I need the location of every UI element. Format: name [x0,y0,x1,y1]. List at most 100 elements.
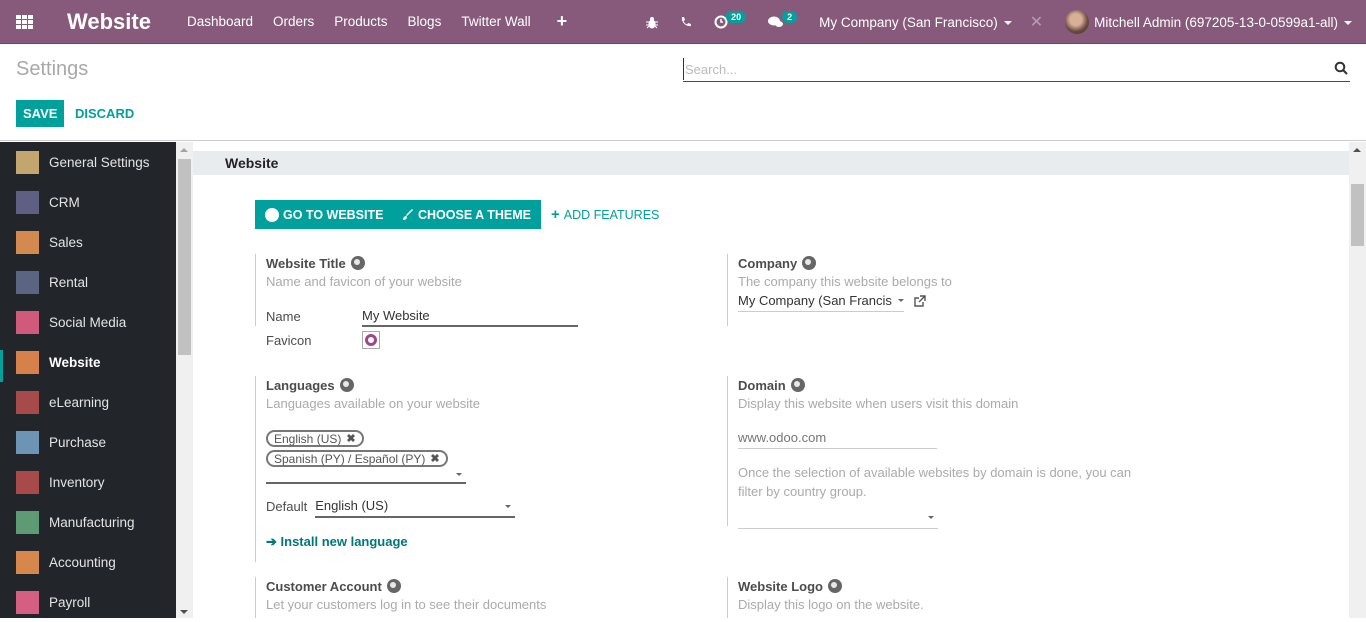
new-content-plus-icon[interactable]: + [557,11,568,32]
user-avatar[interactable] [1065,10,1090,34]
setting-title: Website Logo [738,578,823,594]
plus-icon: + [551,206,560,223]
menu-dashboard[interactable]: Dashboard [187,14,253,29]
multi-website-globe-icon [386,579,401,593]
content-scrollbar[interactable] [1349,142,1366,618]
dropdown-caret-icon [456,473,462,476]
setting-title: Domain [738,377,786,393]
country-group-input[interactable] [738,507,938,529]
messages-count-badge: 2 [782,11,798,23]
languages-setting: Languages Languages available on your we… [255,376,655,562]
company-switcher[interactable]: My Company (San Francisco) [819,15,1012,30]
systray: 20 2 My Company (San Francisco) ✕ Mitche… [646,0,1366,44]
thumbs-up-icon [16,310,39,334]
favicon-image[interactable] [362,331,380,349]
external-link-icon[interactable] [914,295,926,307]
tools-close-icon[interactable]: ✕ [1030,12,1043,32]
sidebar-item-purchase[interactable]: Purchase [0,422,176,462]
main-menu: Dashboard Orders Products Blogs Twitter … [187,11,567,32]
company-name: My Company (San Francisco) [819,14,998,30]
setting-title: Website Title [266,255,346,271]
discard-button[interactable]: DISCARD [75,100,134,127]
website-name-input[interactable] [362,305,578,327]
debug-bug-icon[interactable] [646,16,659,29]
user-menu[interactable]: Mitchell Admin (697205-13-0-0599a1-all) [1094,15,1352,30]
messages-icon[interactable]: 2 [768,11,798,29]
payroll-icon [16,590,39,614]
sidebar-item-accounting[interactable]: Accounting [0,542,176,582]
scroll-down-arrow-icon[interactable] [180,610,188,614]
multi-website-globe-icon [339,378,354,392]
save-button[interactable]: SAVE [16,100,65,127]
sidebar-item-crm[interactable]: CRM [0,182,176,222]
sidebar-item-label: Website [49,354,101,370]
menu-twitter-wall[interactable]: Twitter Wall [461,14,530,29]
country-group-select[interactable] [738,507,938,529]
sidebar-item-rental[interactable]: Rental [0,262,176,302]
default-language-select[interactable] [315,495,516,518]
setting-description: Let your customers log in to see their d… [266,597,547,612]
activity-clock-icon[interactable]: 20 [714,11,747,29]
gear-icon [16,150,39,174]
menu-orders[interactable]: Orders [273,14,314,29]
domain-input[interactable] [738,427,937,449]
page-title: Settings [16,58,89,80]
default-language-input[interactable] [315,495,516,518]
multi-website-globe-icon [827,579,842,593]
install-language-link[interactable]: ➔ Install new language [266,534,655,550]
sidebar-item-label: CRM [49,194,80,210]
settings-sidebar: General Settings CRM Sales Rental Social Med… [0,142,176,618]
multi-website-globe-icon [790,378,805,392]
invoice-icon [16,550,39,574]
setting-description: Languages available on your website [266,396,480,411]
add-language-input[interactable] [266,467,466,484]
go-to-website-label: GO TO WEBSITE [283,207,384,222]
setting-description: Display this website when users visit th… [738,396,1019,411]
scroll-up-arrow-icon[interactable] [1353,148,1361,152]
apps-menu-icon[interactable] [16,14,34,29]
sidebar-scrollbar[interactable] [176,142,193,618]
top-navbar: Website Dashboard Orders Products Blogs … [0,0,1366,44]
add-language-select[interactable] [266,467,466,484]
menu-products[interactable]: Products [334,14,387,29]
scroll-up-arrow-icon[interactable] [180,148,188,152]
setting-title: Company [738,255,798,271]
remove-tag-icon[interactable]: ✖ [346,432,355,445]
domain-note: Once the selection of available websites… [738,465,1132,499]
user-name: Mitchell Admin (697205-13-0-0599a1-all) [1094,14,1338,30]
company-select-input[interactable] [738,290,904,312]
section-title: Website [193,151,1349,175]
sidebar-item-social-media[interactable]: Social Media [0,302,176,342]
sidebar-scroll-thumb[interactable] [178,159,191,355]
company-setting: Company The company this website belongs… [727,254,1127,326]
sidebar-item-sales[interactable]: Sales [0,222,176,262]
sidebar-item-label: Sales [49,234,83,250]
phone-icon[interactable] [680,16,692,28]
company-select[interactable] [738,290,904,312]
remove-tag-icon[interactable]: ✖ [430,452,439,465]
tag-label: English (US) [274,431,342,446]
setting-title: Languages [266,377,335,393]
sidebar-item-payroll[interactable]: Payroll [0,582,176,622]
content-scroll-thumb[interactable] [1351,184,1364,246]
sidebar-item-elearning[interactable]: eLearning [0,382,176,422]
sidebar-item-label: Payroll [49,594,91,610]
search-icon[interactable] [1334,61,1348,75]
sidebar-item-inventory[interactable]: Inventory [0,462,176,502]
rental-icon [16,270,39,294]
elearning-icon [16,390,39,414]
brush-icon [403,208,413,220]
sidebar-item-website[interactable]: Website [0,342,176,382]
globe-icon [16,350,39,374]
search-input[interactable] [683,58,1323,80]
setting-description: Name and favicon of your website [266,274,462,289]
sidebar-item-manufacturing[interactable]: Manufacturing [0,502,176,542]
menu-blogs[interactable]: Blogs [408,14,442,29]
sidebar-item-label: Rental [49,274,89,290]
language-tag: Spanish (PY) / Español (PY) ✖ [266,450,448,467]
customer-account-setting: Customer Account Let your customers log … [255,577,655,618]
choose-theme-button[interactable]: CHOOSE A THEME [392,200,541,229]
go-to-website-button[interactable]: GO TO WEBSITE [255,200,394,229]
add-features-button[interactable]: + ADD FEATURES [551,200,659,229]
sidebar-item-general-settings[interactable]: General Settings [0,142,176,182]
